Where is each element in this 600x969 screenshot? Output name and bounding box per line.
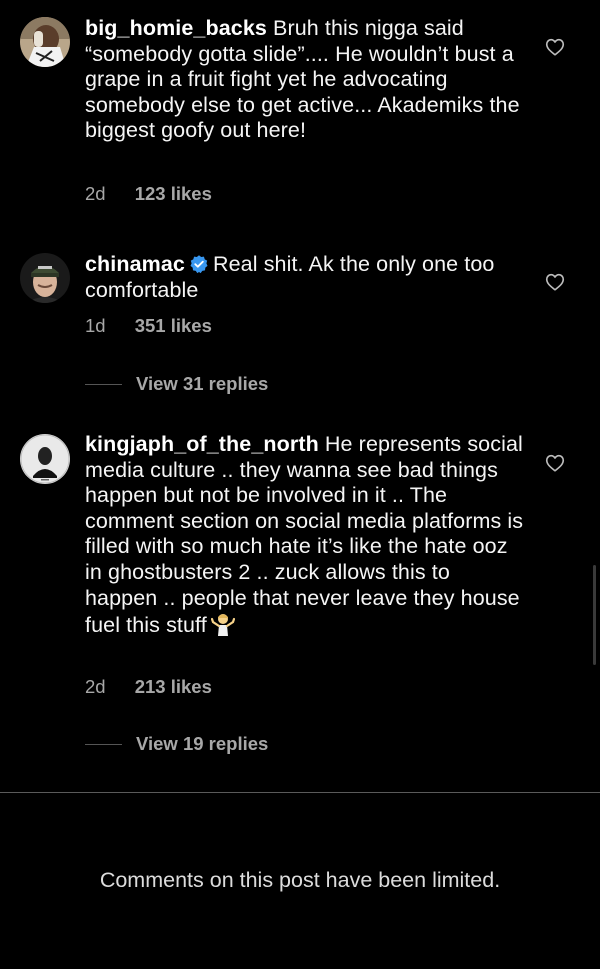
comment-text-block: chinamac Real shit. Ak the only one too … (85, 252, 525, 303)
comment-username[interactable]: kingjaph_of_the_north (85, 432, 319, 456)
heart-outline-icon[interactable] (544, 36, 566, 58)
comment-age: 2d (85, 676, 106, 697)
avatar[interactable] (20, 253, 70, 303)
avatar[interactable] (20, 434, 70, 484)
comment-likes[interactable]: 123 likes (135, 183, 212, 204)
comment-likes[interactable]: 213 likes (135, 676, 212, 697)
comment-meta: 1d 351 likes (85, 315, 212, 337)
replies-divider-line (85, 383, 122, 385)
comment-meta: 2d 123 likes (85, 183, 212, 205)
heart-outline-icon[interactable] (544, 452, 566, 474)
avatar[interactable] (20, 17, 70, 67)
comment-age: 2d (85, 183, 106, 204)
comments-limited-notice: Comments on this post have been limited. (99, 868, 501, 892)
view-replies-label: View 19 replies (136, 733, 269, 754)
comment-username[interactable]: chinamac (85, 252, 185, 276)
person-shrugging-emoji (210, 614, 235, 637)
heart-outline-icon[interactable] (544, 271, 566, 293)
view-replies-button[interactable]: View 31 replies (85, 373, 268, 397)
comment-text-block: big_homie_backs Bruh this nigga said “so… (85, 16, 525, 144)
comment-text: He represents social media culture .. th… (85, 432, 524, 638)
comments-footer-divider (0, 792, 600, 793)
comment-meta: 2d 213 likes (85, 676, 212, 698)
replies-divider-line (85, 743, 122, 745)
scrollbar[interactable] (593, 565, 596, 665)
view-replies-button[interactable]: View 19 replies (85, 733, 268, 757)
comment-age: 1d (85, 315, 106, 336)
comment-likes[interactable]: 351 likes (135, 315, 212, 336)
view-replies-label: View 31 replies (136, 373, 269, 394)
comment-username[interactable]: big_homie_backs (85, 16, 267, 40)
comment-text-block: kingjaph_of_the_north He represents soci… (85, 432, 525, 639)
verified-badge-icon (190, 255, 208, 274)
